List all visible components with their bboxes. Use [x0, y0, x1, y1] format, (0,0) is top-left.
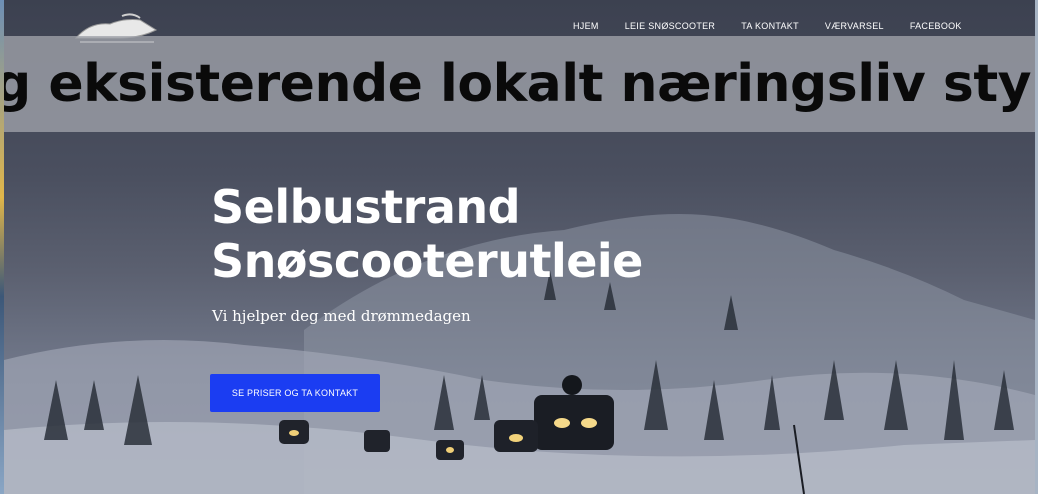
caption-banner: g eksisterende lokalt næringsliv styrkes [4, 36, 1035, 132]
browser-viewport: HJEM LEIE SNØSCOOTER TA KONTAKT VÆRVARSE… [0, 0, 1038, 494]
nav-item-vaervarsel[interactable]: VÆRVARSEL [812, 20, 897, 32]
cta-button[interactable]: SE PRISER OG TA KONTAKT [210, 374, 380, 412]
nav-item-hjem[interactable]: HJEM [560, 20, 612, 32]
nav-item-leie-snoscooter[interactable]: LEIE SNØSCOOTER [612, 20, 729, 32]
hero-title-line-1: Selbustrand [211, 180, 521, 234]
hero-subtitle: Vi hjelper deg med drømmedagen [212, 307, 471, 325]
caption-banner-text: g eksisterende lokalt næringsliv styrkes [4, 54, 1035, 114]
hero-title: Selbustrand Snøscooterutleie [211, 180, 643, 288]
nav-item-ta-kontakt[interactable]: TA KONTAKT [728, 20, 812, 32]
nav-item-facebook[interactable]: FACEBOOK [897, 20, 975, 32]
hero-title-line-2: Snøscooterutleie [211, 234, 643, 288]
main-nav: HJEM LEIE SNØSCOOTER TA KONTAKT VÆRVARSE… [560, 20, 975, 32]
